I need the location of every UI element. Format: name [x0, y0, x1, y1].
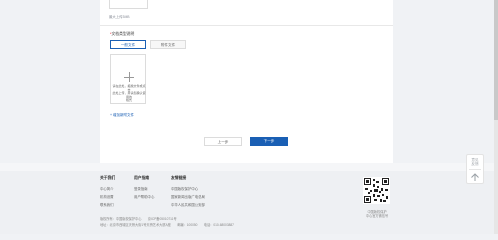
previous-field-note: 最大上传3MB: [109, 15, 130, 19]
tab-attachment-file[interactable]: 附件文件: [150, 40, 186, 49]
footer-link[interactable]: 中华人民共和国公安部: [171, 202, 205, 207]
form-card: 最大上传3MB *文档类型说明 一般文件 附件文件 请在此处，拖拽文件或点击 此…: [100, 0, 393, 163]
qr-caption: 中国版权保护 中心官方微信号: [365, 210, 389, 218]
footer-copyright: 版权所有：中国版权保护中心 京ICP备05010711号: [100, 217, 177, 221]
previous-upload-box[interactable]: [109, 0, 148, 9]
section-divider: [100, 25, 393, 26]
upload-hint: 请在此处，拖拽文件或点击 此处上传，并请您确认使用的 格式: [112, 84, 146, 103]
footer-address: 地址：北京市西城区天桥大街1号天桥艺术大厦A座 邮编：100050 电话：010…: [100, 223, 234, 227]
next-step-button[interactable]: 下一步: [250, 137, 288, 146]
upload-dropzone[interactable]: 请在此处，拖拽文件或点击 此处上传，并请您确认使用的 格式: [110, 54, 146, 104]
section-title: *文档类型说明: [110, 32, 134, 37]
footer-col-title-guide: 用户指南: [134, 176, 150, 180]
footer-link[interactable]: 中心简介: [100, 186, 114, 191]
site-footer: 关于我们 中心简介 机构设置 联系我们 用户指南 登录指南 用户帮助中心 友情链…: [0, 171, 494, 234]
footer-link[interactable]: 机构设置: [100, 194, 114, 199]
add-attachment-link[interactable]: + 增加新附文件: [110, 113, 134, 118]
footer-link[interactable]: 联系我们: [100, 202, 114, 207]
prev-step-button[interactable]: 上一步: [204, 137, 242, 146]
footer-link[interactable]: 国家新闻出版广电总局: [171, 194, 205, 199]
arrow-up-icon[interactable]: [470, 172, 480, 182]
feedback-label[interactable]: 意见 反馈: [467, 158, 483, 167]
feedback-float-panel[interactable]: 意见 反馈: [466, 154, 484, 184]
footer-link[interactable]: 登录指南: [134, 186, 148, 191]
page-scrollbar[interactable]: [494, 0, 498, 234]
scrollbar-thumb[interactable]: [494, 0, 498, 120]
footer-col-title-about: 关于我们: [100, 176, 116, 180]
footer-col-title-links: 友情链接: [171, 176, 187, 180]
footer-link[interactable]: 中国版权保护中心: [171, 186, 198, 191]
float-divider: [469, 169, 481, 170]
footer-link[interactable]: 用户帮助中心: [134, 194, 154, 199]
section-title-text: 文档类型说明: [111, 32, 135, 36]
qr-code-image: [363, 177, 390, 204]
tab-general-file[interactable]: 一般文件: [110, 40, 146, 49]
footer-spacer: [0, 163, 494, 171]
plus-icon: [124, 72, 134, 82]
